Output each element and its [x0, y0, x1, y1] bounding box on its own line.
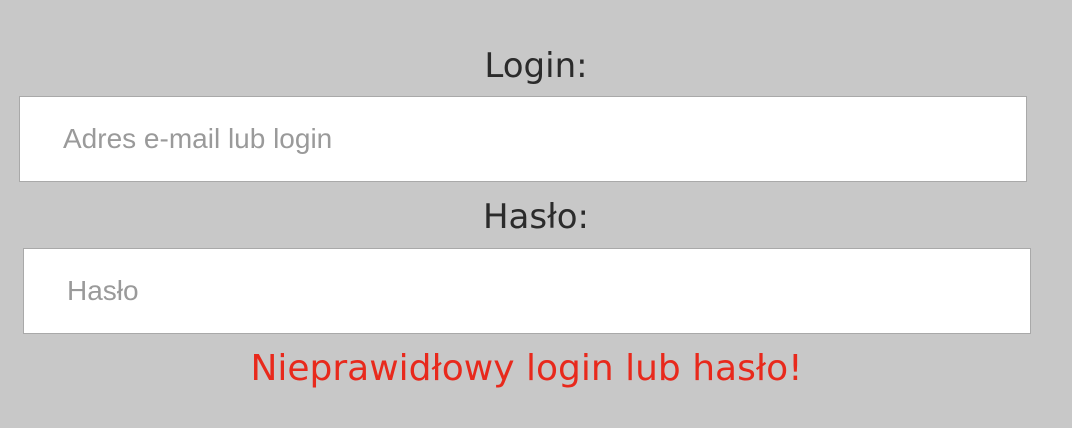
login-label: Login:: [484, 46, 588, 86]
password-label: Hasło:: [482, 197, 590, 237]
password-input[interactable]: [23, 248, 1031, 334]
login-input[interactable]: [19, 96, 1027, 182]
error-message: Nieprawidłowy login lub hasło!: [250, 348, 803, 389]
